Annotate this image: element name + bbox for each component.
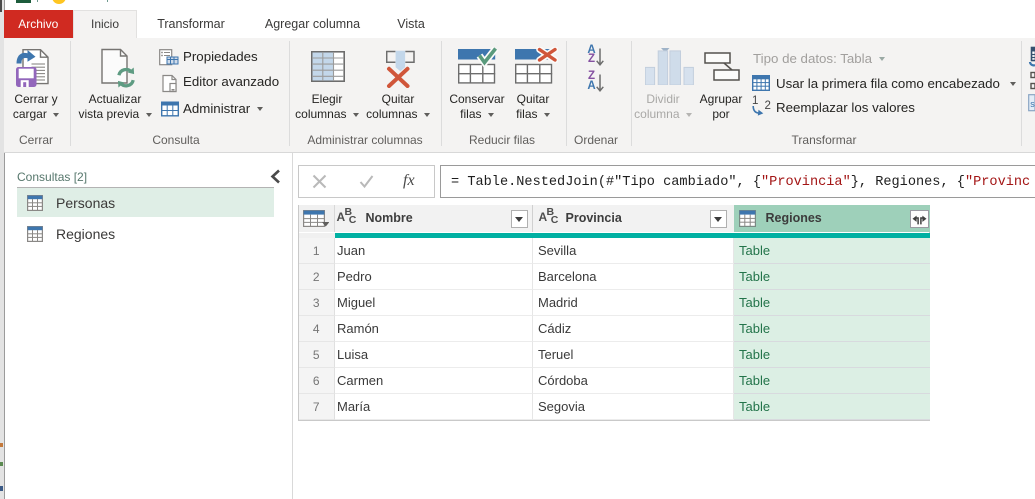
svg-text:s: s xyxy=(1030,99,1035,109)
